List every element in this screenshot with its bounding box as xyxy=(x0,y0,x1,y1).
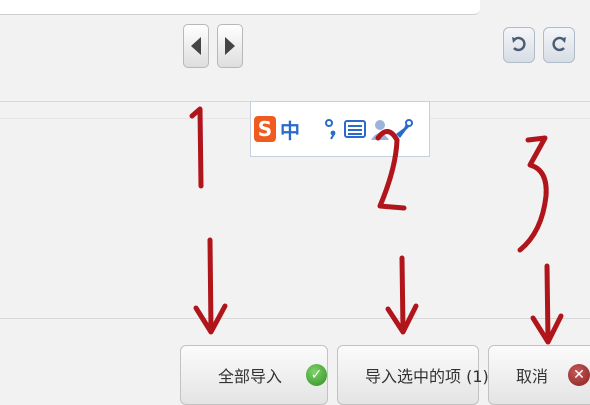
top-panel xyxy=(0,0,480,15)
cancel-button[interactable]: 取消 ✕ xyxy=(488,345,590,405)
check-icon: ✓ xyxy=(306,364,327,386)
cancel-label: 取消 xyxy=(516,367,549,386)
annotation-arrow-3 xyxy=(544,263,551,343)
redo-icon xyxy=(552,36,566,52)
ime-mode-toggle[interactable]: 中 xyxy=(280,115,300,144)
punctuation-icon[interactable] xyxy=(324,118,340,140)
import-selected-label: 导入选中的项 (1) xyxy=(365,367,489,386)
import-selected-button[interactable]: 导入选中的项 (1) xyxy=(337,345,489,405)
close-icon: ✕ xyxy=(568,364,590,386)
prev-button[interactable] xyxy=(183,24,209,68)
triangle-right-icon xyxy=(225,37,235,55)
sogou-logo-icon[interactable]: S xyxy=(254,116,276,142)
next-button[interactable] xyxy=(217,24,243,68)
keyboard-icon[interactable] xyxy=(344,120,366,138)
annotation-layer xyxy=(189,106,564,345)
undo-button[interactable] xyxy=(503,27,535,63)
annotation-arrow-2 xyxy=(399,255,406,333)
settings-icon[interactable] xyxy=(394,118,414,140)
triangle-left-icon xyxy=(191,37,201,55)
divider-bottom xyxy=(0,318,590,319)
account-icon[interactable] xyxy=(370,118,390,140)
moon-icon[interactable] xyxy=(304,118,320,140)
annotation-number-1 xyxy=(189,106,204,189)
annotation-number-3 xyxy=(517,135,549,253)
import-all-button[interactable]: 全部导入 ✓ xyxy=(180,345,328,405)
annotation-arrow-1 xyxy=(207,237,214,333)
ime-toolbar[interactable]: S 中 xyxy=(250,101,430,157)
import-all-label: 全部导入 xyxy=(218,367,283,386)
undo-icon xyxy=(512,36,526,52)
redo-button[interactable] xyxy=(543,27,575,63)
